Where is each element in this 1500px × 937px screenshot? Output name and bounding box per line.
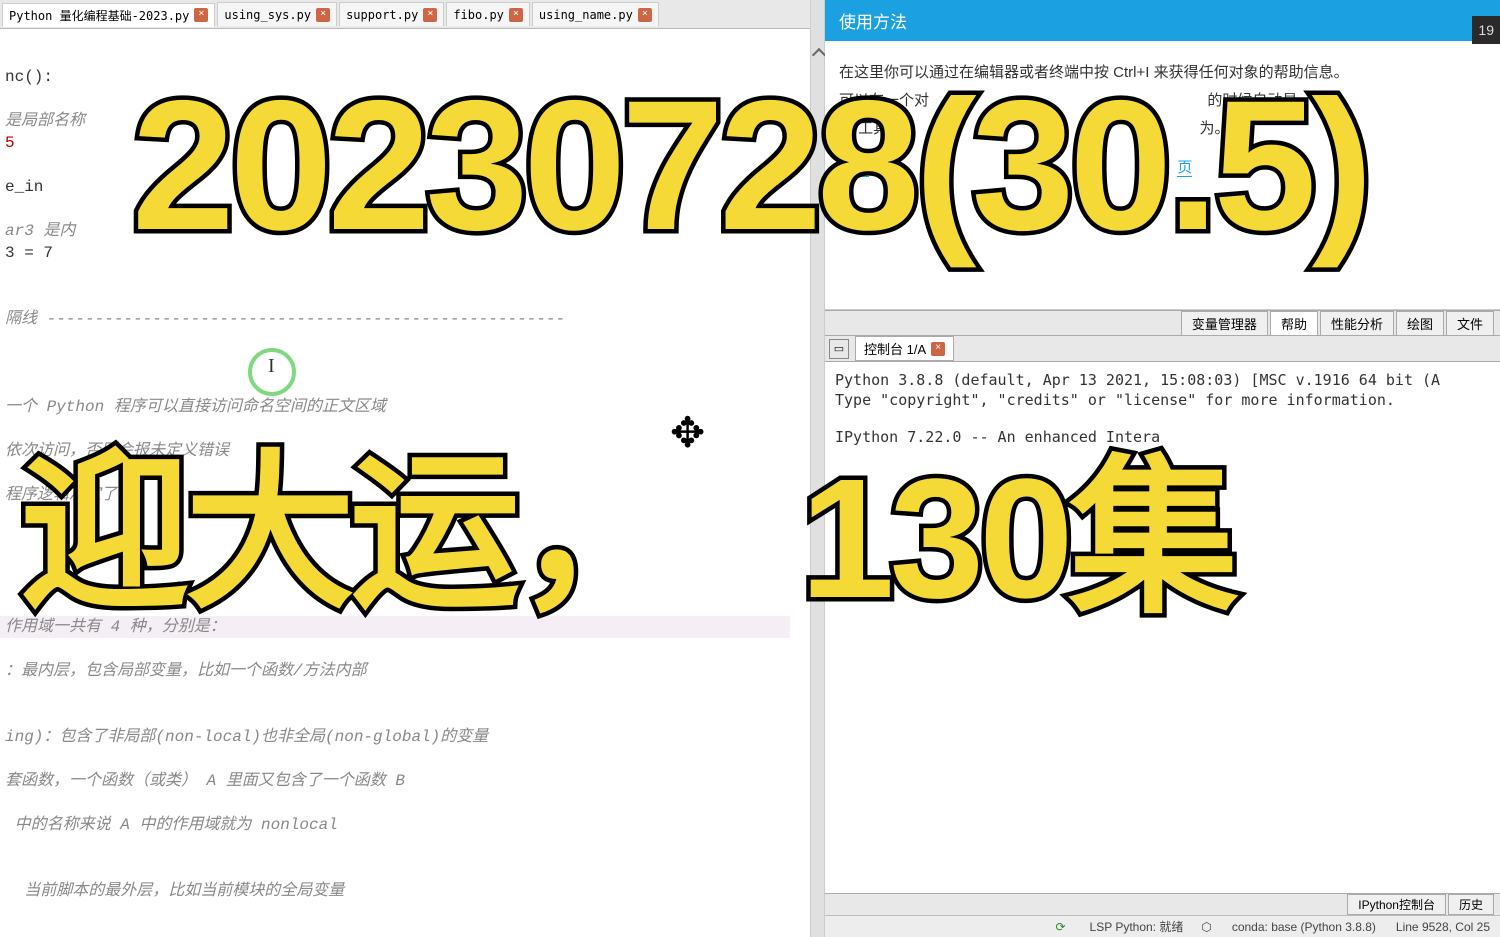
code-text: e_in: [5, 176, 819, 198]
tab-label: using_name.py: [539, 8, 633, 22]
code-text: nc():: [5, 68, 53, 86]
code-editor[interactable]: nc(): 是局部名称 5 e_in ar3 是内 3 = 7 隔线 -----…: [0, 29, 824, 937]
bottom-tabs-bar: IPython控制台 历史: [825, 893, 1500, 915]
close-icon[interactable]: ×: [931, 342, 945, 356]
code-text: 3 = 7: [5, 244, 53, 262]
editor-tabs-bar: Python 量化编程基础-2023.py × using_sys.py × s…: [0, 0, 824, 29]
console-line: Type "copyright", "credits" or "license"…: [835, 390, 1490, 410]
breakpoint-gutter[interactable]: [810, 0, 824, 937]
help-panel: 使用方法 在这里你可以通过在编辑器或者终端中按 Ctrl+I 来获得任何对象的帮…: [825, 0, 1500, 310]
code-comment: ing)：包含了非局部(non-local)也非全局(non-global)的变…: [5, 726, 819, 748]
tab-plots[interactable]: 绘图: [1396, 311, 1444, 336]
code-comment: 作用域一共有 4 种，分别是：: [5, 618, 226, 636]
code-comment: ar3 是内: [5, 220, 819, 242]
code-comment: 当前脚本的最外层，比如当前模块的全局变量: [5, 880, 819, 902]
close-icon[interactable]: ×: [194, 8, 208, 22]
help-content: 在这里你可以通过在编辑器或者终端中按 Ctrl+I 来获得任何对象的帮助信息。 …: [825, 41, 1500, 200]
close-icon[interactable]: ×: [316, 8, 330, 22]
console-tab-label: 控制台 1/A: [864, 339, 926, 358]
tab-help[interactable]: 帮助: [1270, 311, 1318, 336]
tab-variable-explorer[interactable]: 变量管理器: [1181, 311, 1268, 336]
console-options-icon[interactable]: ▭: [829, 339, 849, 359]
code-comment: 一个 Python 程序可以直接访问命名空间的正文区域: [5, 396, 819, 418]
code-comment: 程序逻辑决定了: [5, 484, 819, 506]
tab-label: fibo.py: [453, 8, 504, 22]
tab-file-2[interactable]: using_sys.py ×: [217, 2, 337, 26]
status-lsp: LSP Python: 就绪: [1090, 918, 1184, 935]
tab-history[interactable]: 历史: [1448, 894, 1494, 915]
tab-file-3[interactable]: support.py ×: [339, 2, 444, 26]
env-icon: ⬡: [1201, 920, 1211, 934]
help-text: 可以在一个对 的时候自动显: [839, 87, 1486, 115]
status-bar: ⟳ LSP Python: 就绪 ⬡ conda: base (Python 3…: [825, 915, 1500, 937]
console-output[interactable]: Python 3.8.8 (default, Apr 13 2021, 15:0…: [825, 362, 1500, 893]
status-conda[interactable]: conda: base (Python 3.8.8): [1232, 920, 1376, 934]
code-comment: 中的名称来说 A 中的作用域就为 nonlocal: [5, 814, 819, 836]
help-text: 在这里你可以通过在编辑器或者终端中按 Ctrl+I 来获得任何对象的帮助信息。: [839, 59, 1486, 87]
help-text: 在 工具 > 为。: [839, 115, 1486, 143]
video-timestamp-badge: 19: [1472, 16, 1500, 44]
close-icon[interactable]: ×: [509, 8, 523, 22]
status-cursor-pos: Line 9528, Col 25: [1396, 920, 1490, 934]
console-line: Python 3.8.8 (default, Apr 13 2021, 15:0…: [835, 370, 1490, 390]
refresh-icon[interactable]: ⟳: [1055, 920, 1065, 934]
last-page-link[interactable]: 页: [1177, 159, 1192, 177]
code-comment: 是局部名称: [5, 110, 819, 132]
console-line: IPython 7.22.0 -- An enhanced Intera: [835, 427, 1490, 447]
tab-file-4[interactable]: fibo.py ×: [446, 2, 530, 26]
tab-files[interactable]: 文件: [1446, 311, 1494, 336]
console-tabs-bar: ▭ 控制台 1/A ×: [825, 336, 1500, 362]
tab-file-1[interactable]: Python 量化编程基础-2023.py ×: [2, 3, 215, 27]
code-comment: ：最内层，包含局部变量，比如一个函数/方法内部: [5, 660, 819, 682]
tab-label: using_sys.py: [224, 8, 311, 22]
help-pagination: 第一 页: [839, 154, 1486, 182]
close-icon[interactable]: ×: [423, 8, 437, 22]
code-comment: 套函数，一个函数（或类） A 里面又包含了一个函数 B: [5, 770, 819, 792]
console-tab-1[interactable]: 控制台 1/A ×: [855, 336, 954, 361]
tab-label: Python 量化编程基础-2023.py: [9, 7, 189, 24]
tab-profiler[interactable]: 性能分析: [1320, 311, 1394, 336]
tab-label: support.py: [346, 8, 418, 22]
code-number: 5: [5, 132, 819, 154]
code-comment: 隔线 -------------------------------------…: [5, 308, 819, 330]
panel-tabs-bar: 变量管理器 帮助 性能分析 绘图 文件: [825, 310, 1500, 336]
first-page-link[interactable]: 第一: [839, 159, 869, 177]
tab-ipython-console[interactable]: IPython控制台: [1347, 894, 1446, 915]
tab-file-5[interactable]: using_name.py ×: [532, 2, 659, 26]
editor-pane: Python 量化编程基础-2023.py × using_sys.py × s…: [0, 0, 825, 937]
help-header: 使用方法: [825, 0, 1500, 41]
code-comment: 依次访问，否则会报未定义错误: [5, 440, 819, 462]
close-icon[interactable]: ×: [638, 8, 652, 22]
right-pane: 使用方法 在这里你可以通过在编辑器或者终端中按 Ctrl+I 来获得任何对象的帮…: [825, 0, 1500, 937]
